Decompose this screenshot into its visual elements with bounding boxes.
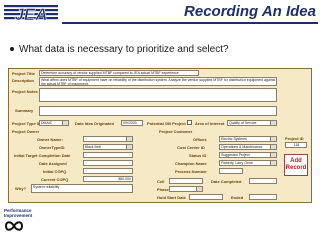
date-assigned-label: Date Assigned [39, 161, 67, 166]
cell-label: Cell [157, 179, 165, 184]
date-assigned-field[interactable] [83, 160, 133, 166]
date-completed-label: Date Completed [211, 179, 242, 184]
phase-select[interactable] [169, 186, 203, 192]
add-record-button[interactable]: Add Record [284, 154, 308, 176]
status-id-select[interactable]: Suggested Project [219, 152, 277, 158]
add-record-label-line2: Record [285, 164, 307, 171]
project-id-label: Project ID [285, 136, 304, 141]
summary-label: Summary [15, 108, 34, 113]
description-field[interactable]: What affect does MTBF of equipment have … [39, 77, 277, 86]
potential-gb-checkbox[interactable] [187, 120, 192, 125]
date-completed-field[interactable] [249, 178, 277, 184]
offices-label: Offices [193, 137, 207, 142]
cell-field[interactable] [169, 178, 203, 184]
project-id-field: 118 [285, 142, 307, 148]
owner-name-select[interactable] [83, 136, 133, 142]
offices-select[interactable]: Electric Systems [219, 136, 277, 142]
area-of-interest-label: Area of Interest [195, 121, 225, 126]
owner-typeid-select[interactable]: Black Belt [83, 144, 133, 150]
area-of-interest-select[interactable]: Quality of Service [227, 120, 277, 126]
ended-label: Ended [231, 195, 244, 200]
process-number-field[interactable] [219, 168, 243, 174]
champion-name-label: Champion Name [175, 161, 207, 166]
project-notes-label: Project Notes [12, 89, 38, 94]
footer-line-2: Improvement [4, 213, 33, 218]
bullet-item: What data is necessary to prioritize and… [10, 44, 229, 55]
description-label: Description [12, 78, 35, 83]
jea-logo: JEA [4, 5, 58, 23]
slide-title: Recording An Idea [184, 3, 316, 20]
project-type-id-select[interactable]: DMAIC [39, 120, 69, 126]
phase-label: Phase [157, 187, 169, 192]
cost-center-id-select[interactable]: Operations & Maintenance [219, 144, 277, 150]
summary-field[interactable] [39, 106, 277, 116]
potential-gb-label: Potential GB Project [147, 121, 186, 126]
champion-name-select[interactable]: Flaherty, Larry Gene [219, 160, 277, 166]
bullet-text: What data is necessary to prioritize and… [19, 44, 229, 55]
owner-name-label: Owner Name: [37, 137, 63, 142]
project-title-field[interactable]: Determine accuracy of vendor supplied MT… [39, 70, 199, 76]
project-notes-field[interactable] [39, 88, 277, 102]
current-copq-label: Current COPQ [41, 177, 69, 182]
current-copq-field[interactable]: $50,000 [83, 176, 133, 182]
date-idea-originated-label: Date Idea Originated [75, 121, 114, 126]
why-label: Why? [15, 186, 26, 191]
hold-start-date-field[interactable] [189, 194, 223, 200]
initial-copq-field[interactable] [83, 168, 133, 174]
infinity-icon [4, 221, 24, 231]
project-type-id-label: Project Type ID [12, 121, 41, 126]
performance-improvement-logo: Performance Improvement [4, 208, 32, 218]
process-number-label: Process Number [175, 169, 207, 174]
project-title-label: Project Title [12, 71, 35, 76]
ended-field[interactable] [249, 194, 277, 200]
owner-typeid-label: OwnerTypeID [39, 145, 65, 150]
project-form: Project Title Determine accuracy of vend… [8, 68, 312, 203]
project-owner-section: Project Owner [12, 129, 40, 134]
cost-center-id-label: Cost Center ID [177, 145, 205, 150]
status-id-label: Status ID [189, 153, 207, 158]
initial-target-completion-label: Initial Target Completion Date [14, 153, 71, 158]
project-customer-section: Project Customer [159, 129, 193, 134]
hold-start-date-label: Hold Start Date [157, 195, 186, 200]
title-rule [62, 22, 318, 24]
initial-target-completion-field[interactable] [83, 152, 133, 158]
initial-copq-label: Initial COPQ [43, 169, 67, 174]
bullet-dot-icon [10, 47, 14, 52]
date-idea-originated-field[interactable]: 9/9/2003 [121, 120, 143, 126]
svg-text:JEA: JEA [14, 5, 47, 23]
why-field[interactable]: System reliability [31, 184, 133, 193]
